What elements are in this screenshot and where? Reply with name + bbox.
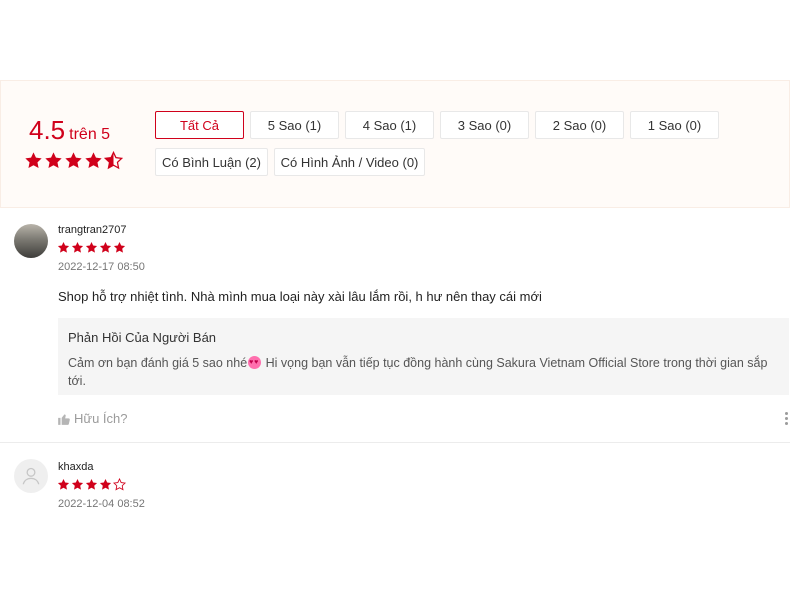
filter-1-star[interactable]: 1 Sao (0): [630, 111, 719, 139]
star-icon: [71, 241, 84, 253]
more-vertical-icon[interactable]: [784, 412, 790, 428]
filter-label: 1 Sao (0): [647, 117, 702, 133]
filter-5-star[interactable]: 5 Sao (1): [250, 111, 339, 139]
review-stars: [57, 241, 127, 254]
filter-2-star[interactable]: 2 Sao (0): [535, 111, 624, 139]
rating-score-suffix: trên 5: [69, 126, 111, 143]
filter-with-comment[interactable]: Có Bình Luận (2): [155, 148, 268, 176]
star-icon: [65, 152, 82, 169]
review-divider: [0, 442, 790, 443]
avatar[interactable]: [14, 459, 48, 493]
star-icon: [71, 478, 84, 490]
helpful-label: Hữu Ích?: [74, 411, 128, 426]
star-icon: [85, 152, 102, 169]
rating-summary: 4.5 trên 5 Tất Cả 5 Sao (1) 4 Sao (1) 3 S…: [0, 80, 790, 208]
review-username: trangtran2707: [58, 224, 127, 236]
review-time: 2022-12-17 08:50: [58, 261, 145, 273]
avatar[interactable]: [14, 224, 48, 258]
star-icon: [45, 152, 62, 169]
filter-label: 2 Sao (0): [552, 117, 607, 133]
heart-eyes-emoji-icon: [248, 354, 262, 372]
filter-3-star[interactable]: 3 Sao (0): [440, 111, 529, 139]
filter-all[interactable]: Tất Cả: [155, 111, 244, 139]
filter-label: 3 Sao (0): [457, 117, 512, 133]
seller-reply-title: Phản Hồi Của Người Bán: [68, 330, 217, 345]
rating-score-value: 4.5: [29, 115, 66, 145]
filter-label: 4 Sao (1): [362, 117, 417, 133]
star-icon: [85, 241, 98, 253]
filter-4-star[interactable]: 4 Sao (1): [345, 111, 434, 139]
filter-label: 5 Sao (1): [267, 117, 322, 133]
user-icon: [22, 467, 40, 485]
star-half-icon: [103, 150, 124, 170]
filter-label: Tất Cả: [179, 117, 219, 133]
seller-reply-text-start: Cảm ơn bạn đánh giá 5 sao nhé: [68, 356, 248, 370]
rating-score: 4.5 trên 5: [29, 115, 110, 146]
filter-label: Có Hình Ảnh / Video (0): [280, 154, 419, 170]
rating-summary-stars: [24, 150, 124, 175]
star-icon: [57, 478, 70, 490]
star-outline-icon: [113, 478, 126, 491]
review-comment: Shop hỗ trợ nhiệt tình. Nhà mình mua loạ…: [58, 289, 542, 304]
seller-reply: Phản Hồi Của Người Bán Cảm ơn bạn đánh g…: [58, 318, 789, 395]
star-icon: [99, 241, 112, 253]
review-username: khaxda: [58, 461, 94, 473]
review-time: 2022-12-04 08:52: [58, 498, 145, 510]
star-icon: [25, 152, 42, 169]
star-icon: [85, 478, 98, 490]
thumbs-up-icon: [58, 413, 70, 425]
filter-label: Có Bình Luận (2): [161, 154, 261, 170]
filter-with-media[interactable]: Có Hình Ảnh / Video (0): [274, 148, 425, 176]
star-icon: [113, 241, 126, 253]
helpful-button[interactable]: Hữu Ích?: [57, 411, 128, 426]
review-stars: [57, 478, 127, 491]
star-icon: [57, 241, 70, 253]
star-icon: [99, 478, 112, 490]
seller-reply-text: Cảm ơn bạn đánh giá 5 sao nhé Hi vọng bạ…: [68, 354, 779, 390]
